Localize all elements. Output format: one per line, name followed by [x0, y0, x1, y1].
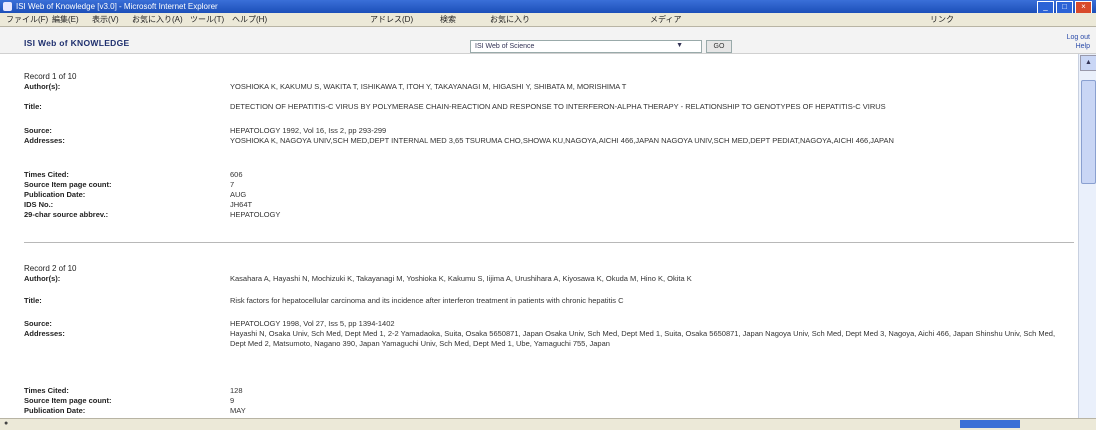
record-heading: Record 1 of 10 — [24, 72, 77, 81]
field-value: HEPATOLOGY 1992, Vol 16, Iss 2, pp 293-2… — [230, 126, 387, 135]
record-divider — [24, 242, 1074, 243]
menu-favorites[interactable]: お気に入り(A) — [132, 13, 183, 26]
isi-header: ISI Web of KNOWLEDGE ISI Web of Science … — [0, 27, 1096, 54]
records-content: Record 1 of 10 Author(s): YOSHIOKA K, KA… — [0, 54, 1078, 418]
field-value: YOSHIOKA K, NAGOYA UNIV,SCH MED,DEPT INT… — [230, 136, 894, 145]
field-label: Publication Date: — [24, 190, 86, 199]
chevron-down-icon: ▼ — [676, 42, 683, 49]
go-button[interactable]: GO — [706, 40, 732, 53]
field-value: DETECTION OF HEPATITIS-C VIRUS BY POLYME… — [230, 102, 886, 111]
field-label: Times Cited: — [24, 170, 69, 179]
isi-logo[interactable]: ISI Web of KNOWLEDGE — [24, 38, 129, 48]
field-label: Source Item page count: — [24, 396, 112, 405]
status-bar: ● — [0, 418, 1096, 430]
field-value: 606 — [230, 170, 243, 179]
scrollbar-thumb[interactable] — [1081, 80, 1096, 184]
field-value: YOSHIOKA K, KAKUMU S, WAKITA T, ISHIKAWA… — [230, 82, 627, 91]
menubar: ファイル(F) 編集(E) 表示(V) お気に入り(A) ツール(T) ヘルプ(… — [0, 13, 1096, 27]
window-title: ISI Web of Knowledge [v3.0] - Microsoft … — [16, 2, 218, 11]
field-value: JH64T — [230, 200, 253, 209]
database-select[interactable]: ISI Web of Science ▼ — [470, 40, 702, 53]
menu-help[interactable]: ヘルプ(H) — [232, 13, 267, 26]
toolbar-media[interactable]: メディア — [650, 13, 681, 26]
field-value: AUG — [230, 190, 247, 199]
menu-view[interactable]: 表示(V) — [92, 13, 119, 26]
menu-file[interactable]: ファイル(F) — [6, 13, 48, 26]
scroll-up-icon[interactable]: ▲ — [1080, 55, 1096, 71]
field-value: 9 — [230, 396, 235, 405]
toolbar-search[interactable]: 検索 — [440, 13, 456, 26]
menu-edit[interactable]: 編集(E) — [52, 13, 79, 26]
field-value: Hayashi N, Osaka Univ, Sch Med, Dept Med… — [230, 329, 1056, 348]
vertical-scrollbar[interactable]: ▲ — [1078, 54, 1096, 418]
field-label: Title: — [24, 296, 42, 305]
toolbar-favorites[interactable]: お気に入り — [490, 13, 530, 26]
field-value: Risk factors for hepatocellular carcinom… — [230, 296, 624, 305]
window-titlebar: ISI Web of Knowledge [v3.0] - Microsoft … — [0, 0, 1096, 14]
field-value: HEPATOLOGY — [230, 210, 281, 219]
field-label: 29-char source abbrev.: — [24, 210, 109, 219]
field-value: 7 — [230, 180, 235, 189]
field-label: Author(s): — [24, 82, 61, 91]
field-label: Addresses: — [24, 329, 65, 338]
security-zone-indicator — [960, 420, 1020, 428]
field-label: IDS No.: — [24, 200, 54, 209]
field-label: Source: — [24, 319, 52, 328]
record-heading: Record 2 of 10 — [24, 264, 77, 273]
logout-help-links[interactable]: Log out Help — [1058, 33, 1090, 51]
field-label: Author(s): — [24, 274, 61, 283]
field-value: 128 — [230, 386, 243, 395]
field-label: Title: — [24, 102, 42, 111]
field-value: Kasahara A, Hayashi N, Mochizuki K, Taka… — [230, 274, 692, 283]
menu-tools[interactable]: ツール(T) — [190, 13, 224, 26]
field-value: HEPATOLOGY 1998, Vol 27, Iss 5, pp 1394-… — [230, 319, 395, 328]
toolbar-links[interactable]: リンク — [930, 13, 954, 26]
ie-icon — [3, 2, 12, 11]
field-label: Publication Date: — [24, 406, 86, 415]
field-label: Addresses: — [24, 136, 65, 145]
toolbar-address[interactable]: アドレス(D) — [370, 13, 413, 26]
field-label: Times Cited: — [24, 386, 69, 395]
field-label: Source Item page count: — [24, 180, 112, 189]
field-label: Source: — [24, 126, 52, 135]
field-value: MAY — [230, 406, 246, 415]
database-select-value: ISI Web of Science — [475, 43, 535, 50]
status-done-icon: ● — [4, 420, 9, 427]
